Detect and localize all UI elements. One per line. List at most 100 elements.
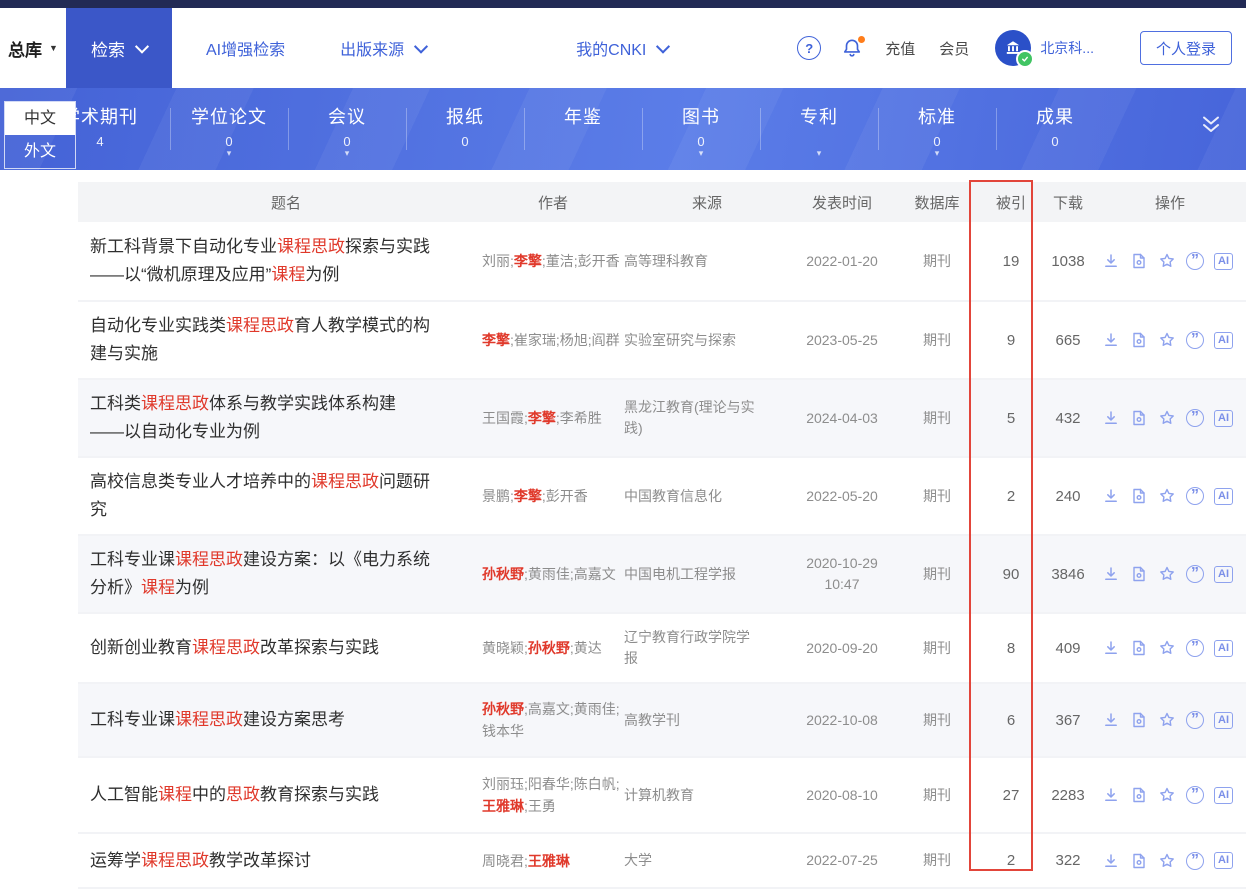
- ai-icon[interactable]: AI: [1214, 409, 1233, 427]
- nav-ai-enhanced-search[interactable]: AI增强检索: [206, 8, 285, 88]
- category-patents[interactable]: 专利 ▾: [760, 88, 878, 170]
- ai-icon[interactable]: AI: [1214, 487, 1233, 505]
- read-online-icon[interactable]: [1130, 565, 1148, 583]
- download-icon[interactable]: [1102, 252, 1120, 270]
- result-source-link[interactable]: 实验室研究与探索: [624, 330, 790, 351]
- result-source-link[interactable]: 高教学刊: [624, 710, 790, 731]
- result-cited-count-link[interactable]: 6: [980, 712, 1042, 729]
- ai-icon[interactable]: AI: [1214, 711, 1233, 729]
- download-icon[interactable]: [1102, 639, 1120, 657]
- result-authors[interactable]: 周晓君;王雅琳: [482, 850, 624, 872]
- result-source-link[interactable]: 黑龙江教育(理论与实践): [624, 397, 790, 439]
- notification-bell-icon[interactable]: [841, 36, 866, 59]
- recharge-link[interactable]: 充值: [885, 38, 915, 59]
- category-newspapers[interactable]: 报纸 0: [406, 88, 524, 170]
- cite-quote-icon[interactable]: ”: [1186, 331, 1204, 349]
- institution-name[interactable]: 北京科...: [1040, 38, 1094, 58]
- member-link[interactable]: 会员: [939, 38, 969, 59]
- read-online-icon[interactable]: [1130, 487, 1148, 505]
- read-online-icon[interactable]: [1130, 786, 1148, 804]
- result-cited-count-link[interactable]: 2: [980, 852, 1042, 869]
- result-authors[interactable]: 景鹏;李擎;彭开香: [482, 485, 624, 507]
- nav-publication-source[interactable]: 出版来源: [340, 8, 429, 88]
- result-authors[interactable]: 刘丽珏;阳春华;陈白帆;王雅琳;王勇: [482, 773, 624, 817]
- favorite-star-icon[interactable]: [1158, 409, 1176, 427]
- tab-foreign[interactable]: 外文: [5, 135, 75, 168]
- read-online-icon[interactable]: [1130, 252, 1148, 270]
- nav-search[interactable]: 检索: [66, 8, 172, 88]
- ai-icon[interactable]: AI: [1214, 565, 1233, 583]
- favorite-star-icon[interactable]: [1158, 331, 1176, 349]
- result-title-link[interactable]: 工科专业课课程思政建设方案思考: [90, 696, 482, 744]
- result-title-link[interactable]: 自动化专业实践类课程思政育人教学模式的构建与实施: [90, 302, 482, 378]
- result-source-link[interactable]: 辽宁教育行政学院学报: [624, 627, 790, 669]
- cite-quote-icon[interactable]: ”: [1186, 639, 1204, 657]
- favorite-star-icon[interactable]: [1158, 639, 1176, 657]
- result-source-link[interactable]: 大学: [624, 850, 790, 871]
- ai-icon[interactable]: AI: [1214, 852, 1233, 869]
- read-online-icon[interactable]: [1130, 852, 1148, 870]
- favorite-star-icon[interactable]: [1158, 852, 1176, 870]
- result-source-link[interactable]: 中国电机工程学报: [624, 564, 790, 585]
- result-source-link[interactable]: 中国教育信息化: [624, 486, 790, 507]
- cite-quote-icon[interactable]: ”: [1186, 565, 1204, 583]
- download-icon[interactable]: [1102, 331, 1120, 349]
- ai-icon[interactable]: AI: [1214, 331, 1233, 349]
- result-cited-count-link[interactable]: 8: [980, 640, 1042, 657]
- result-authors[interactable]: 孙秋野;高嘉文;黄雨佳;钱本华: [482, 698, 624, 742]
- download-icon[interactable]: [1102, 565, 1120, 583]
- result-cited-count-link[interactable]: 5: [980, 410, 1042, 427]
- cite-quote-icon[interactable]: ”: [1186, 487, 1204, 505]
- favorite-star-icon[interactable]: [1158, 711, 1176, 729]
- favorite-star-icon[interactable]: [1158, 786, 1176, 804]
- result-cited-count-link[interactable]: 90: [980, 566, 1042, 583]
- cite-quote-icon[interactable]: ”: [1186, 851, 1204, 870]
- result-authors[interactable]: 李擎;崔家瑞;杨旭;阎群: [482, 329, 624, 351]
- favorite-star-icon[interactable]: [1158, 565, 1176, 583]
- download-icon[interactable]: [1102, 409, 1120, 427]
- nav-my-cnki[interactable]: 我的CNKI: [576, 8, 671, 88]
- result-cited-count-link[interactable]: 27: [980, 787, 1042, 804]
- result-authors[interactable]: 刘丽;李擎;董洁;彭开香: [482, 250, 624, 272]
- result-authors[interactable]: 黄晓颖;孙秋野;黄达: [482, 637, 624, 659]
- result-source-link[interactable]: 高等理科教育: [624, 251, 790, 272]
- cite-quote-icon[interactable]: ”: [1186, 409, 1204, 427]
- read-online-icon[interactable]: [1130, 409, 1148, 427]
- download-icon[interactable]: [1102, 852, 1120, 870]
- result-cited-count-link[interactable]: 19: [980, 253, 1042, 270]
- result-cited-count-link[interactable]: 2: [980, 488, 1042, 505]
- ai-icon[interactable]: AI: [1214, 639, 1233, 657]
- result-title-link[interactable]: 人工智能课程中的思政教育探索与实践: [90, 771, 482, 819]
- result-cited-count-link[interactable]: 9: [980, 332, 1042, 349]
- ai-icon[interactable]: AI: [1214, 252, 1233, 270]
- category-standards[interactable]: 标准 0 ▾: [878, 88, 996, 170]
- expand-double-chevron-icon[interactable]: [1198, 114, 1224, 141]
- result-title-link[interactable]: 工科专业课课程思政建设方案：以《电力系统分析》课程为例: [90, 536, 482, 612]
- help-icon[interactable]: ?: [797, 36, 822, 60]
- personal-login-button[interactable]: 个人登录: [1139, 31, 1232, 65]
- tab-chinese[interactable]: 中文: [5, 102, 75, 135]
- read-online-icon[interactable]: [1130, 639, 1148, 657]
- result-source-link[interactable]: 计算机教育: [624, 785, 790, 806]
- download-icon[interactable]: [1102, 711, 1120, 729]
- database-selector[interactable]: 总库 ▼: [0, 8, 66, 88]
- category-yearbooks[interactable]: 年鉴: [524, 88, 642, 170]
- ai-icon[interactable]: AI: [1214, 786, 1233, 804]
- download-icon[interactable]: [1102, 487, 1120, 505]
- read-online-icon[interactable]: [1130, 331, 1148, 349]
- cite-quote-icon[interactable]: ”: [1186, 252, 1204, 270]
- category-dissertations[interactable]: 学位论文 0 ▾: [170, 88, 288, 170]
- institution-avatar[interactable]: [995, 30, 1035, 68]
- cite-quote-icon[interactable]: ”: [1186, 786, 1204, 804]
- cite-quote-icon[interactable]: ”: [1186, 711, 1204, 729]
- result-title-link[interactable]: 工科类课程思政体系与教学实践体系构建 ——以自动化专业为例: [90, 380, 482, 456]
- download-icon[interactable]: [1102, 786, 1120, 804]
- result-authors[interactable]: 王国霞;李擎;李希胜: [482, 407, 624, 429]
- result-title-link[interactable]: 创新创业教育课程思政改革探索与实践: [90, 624, 482, 672]
- category-books[interactable]: 图书 0 ▾: [642, 88, 760, 170]
- category-achievements[interactable]: 成果 0: [996, 88, 1114, 170]
- read-online-icon[interactable]: [1130, 711, 1148, 729]
- result-title-link[interactable]: 新工科背景下自动化专业课程思政探索与实践 ——以“微机原理及应用”课程为例: [90, 223, 482, 299]
- result-title-link[interactable]: 运筹学课程思政教学改革探讨: [90, 837, 482, 885]
- favorite-star-icon[interactable]: [1158, 487, 1176, 505]
